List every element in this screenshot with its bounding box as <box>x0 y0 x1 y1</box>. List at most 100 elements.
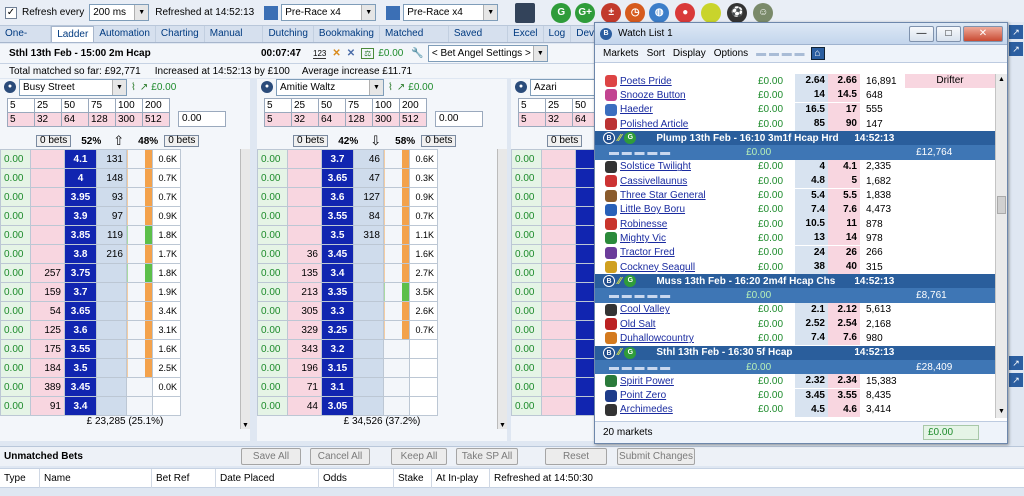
lay-cell[interactable] <box>353 320 384 340</box>
lay-stake-preset[interactable]: 5 <box>264 112 292 127</box>
menu-sort[interactable]: Sort <box>647 48 665 59</box>
back-cell[interactable]: 329 <box>287 320 322 340</box>
greenup-icon[interactable]: G <box>624 275 637 288</box>
lay-price[interactable]: 5 <box>828 174 860 189</box>
back-stake-preset[interactable]: 50 <box>61 98 89 113</box>
back-cell[interactable]: 343 <box>287 339 322 359</box>
user-icon[interactable]: ☺ <box>753 2 774 23</box>
lay-cell[interactable] <box>96 263 127 283</box>
back-price[interactable]: 2.32 <box>795 374 828 389</box>
globe-icon[interactable]: ◍ <box>649 2 670 23</box>
back-price[interactable]: 5.4 <box>795 188 828 203</box>
runner-name[interactable]: Robinesse <box>620 219 758 230</box>
lay-price[interactable]: 4.6 <box>828 402 860 417</box>
tab-bookmaking[interactable]: Bookmaking <box>314 26 380 42</box>
back-stake-preset[interactable]: 200 <box>399 98 427 113</box>
back-price[interactable]: 4.8 <box>795 174 828 189</box>
tab-excel[interactable]: Excel <box>508 26 544 42</box>
ladder-scrollbar[interactable]: ▼ <box>497 149 507 429</box>
back-price[interactable]: 3.45 <box>795 388 828 403</box>
menu-markets[interactable]: Markets <box>603 48 639 59</box>
keep-all-button[interactable]: Keep All <box>391 448 447 465</box>
lay-cell[interactable] <box>96 301 127 321</box>
watch-runner-row[interactable]: Spirit Power £0.00 2.32 2.34 15,383 <box>595 374 995 389</box>
back-stake-preset[interactable]: 25 <box>34 98 62 113</box>
arrow-up-right-icon[interactable]: ↗ <box>1009 356 1023 370</box>
watch-runner-row[interactable]: Old Salt £0.00 2.52 2.54 2,168 <box>595 317 995 332</box>
back-cell[interactable] <box>541 339 576 359</box>
greenup-icon[interactable]: G <box>624 346 637 359</box>
lay-price[interactable]: 2.12 <box>828 302 860 317</box>
scroll-thumb[interactable] <box>997 196 1006 214</box>
col-stake[interactable]: Stake <box>394 468 432 488</box>
watch-runner-row[interactable]: Tractor Fred £0.00 24 26 266 <box>595 245 995 260</box>
menu-options[interactable]: Options <box>714 48 748 59</box>
runner-name[interactable]: Archimedes <box>620 404 758 415</box>
back-cell[interactable]: 175 <box>30 339 65 359</box>
watch-runner-row[interactable]: Cockney Seagull £0.00 38 40 315 <box>595 260 995 274</box>
scroll-down-icon[interactable]: ▼ <box>498 422 507 429</box>
tab-log[interactable]: Log <box>544 26 572 42</box>
lay-stake-preset[interactable]: 5 <box>7 112 35 127</box>
lay-cell[interactable]: 318 <box>353 225 384 245</box>
submit-changes-button[interactable]: Submit Changes <box>617 448 695 465</box>
lay-cell[interactable] <box>353 358 384 378</box>
refresh-interval-select[interactable]: 200 ms ▼ <box>89 4 150 21</box>
lay-stake-preset[interactable]: 32 <box>291 112 319 127</box>
watch-runner-row[interactable]: Three Star General £0.00 5.4 5.5 1,838 <box>595 188 995 203</box>
lay-cell[interactable]: 119 <box>96 225 127 245</box>
watch-runner-row[interactable]: Cool Valley £0.00 2.1 2.12 5,613 <box>595 302 995 317</box>
tab-dutching[interactable]: Dutching <box>263 26 314 42</box>
lay-price[interactable]: 7.6 <box>828 202 860 217</box>
runner-name[interactable]: Snooze Button <box>620 90 758 101</box>
lay-cell[interactable]: 97 <box>96 206 127 226</box>
back-cell[interactable] <box>541 320 576 340</box>
lay-price[interactable]: 3.55 <box>828 388 860 403</box>
back-stake-preset[interactable]: 200 <box>142 98 170 113</box>
runner-name[interactable]: Cool Valley <box>620 304 758 315</box>
back-cell[interactable] <box>541 377 576 397</box>
runner-name[interactable]: Mighty Vic <box>620 233 758 244</box>
tab-saved-bets[interactable]: Saved bets <box>449 26 509 55</box>
lay-stake-preset[interactable]: 64 <box>61 112 89 127</box>
back-price[interactable]: 16.5 <box>795 102 828 117</box>
back-stake-preset[interactable]: 5 <box>264 98 292 113</box>
runner-name[interactable]: Duhallowcountry <box>620 333 758 344</box>
back-cell[interactable] <box>541 263 576 283</box>
back-price[interactable]: 85 <box>795 117 828 132</box>
back-cell[interactable] <box>541 225 576 245</box>
back-cell[interactable]: 71 <box>287 377 322 397</box>
back-stake-preset[interactable]: 25 <box>545 98 573 113</box>
back-stake-preset[interactable]: 5 <box>518 98 546 113</box>
back-cell[interactable] <box>30 206 65 226</box>
back-stake-preset[interactable]: 5 <box>7 98 35 113</box>
lay-cell[interactable]: 216 <box>96 244 127 264</box>
lay-cell[interactable] <box>353 263 384 283</box>
back-price[interactable]: 38 <box>795 260 828 274</box>
lay-cell[interactable] <box>353 244 384 264</box>
chart-icon[interactable]: ⌇ <box>131 82 136 93</box>
stopwatch-icon[interactable]: ◷ <box>625 2 646 23</box>
lay-cell[interactable] <box>96 377 127 397</box>
runner-name[interactable]: Haeder <box>620 104 758 115</box>
scroll-up-icon[interactable]: ▲ <box>996 74 1007 86</box>
back-cell[interactable] <box>30 244 65 264</box>
back-cell[interactable]: 44 <box>287 396 322 416</box>
back-stake-preset[interactable]: 100 <box>372 98 400 113</box>
lay-stake-preset[interactable]: 128 <box>345 112 373 127</box>
save-all-button[interactable]: Save All <box>241 448 301 465</box>
market-header-row[interactable]: B ⁄⁄ G Plump 13th Feb - 16:10 3m1f Hcap … <box>595 131 995 146</box>
back-cell[interactable]: 213 <box>287 282 322 302</box>
greenup-icon[interactable]: G <box>624 132 637 145</box>
close-button[interactable]: ✕ <box>963 25 1003 42</box>
back-cell[interactable] <box>30 187 65 207</box>
arrow-up-right-icon[interactable]: ↗ <box>1009 373 1023 387</box>
back-stake-preset[interactable]: 75 <box>345 98 373 113</box>
back-cell[interactable] <box>541 282 576 302</box>
lay-stake-preset[interactable]: 512 <box>142 112 170 127</box>
lay-cell[interactable]: 148 <box>96 168 127 188</box>
col-at-in-play[interactable]: At In-play <box>432 468 490 488</box>
back-stake-preset[interactable]: 100 <box>115 98 143 113</box>
back-cell[interactable] <box>30 168 65 188</box>
scales-icon[interactable]: ⚖ <box>361 48 375 59</box>
